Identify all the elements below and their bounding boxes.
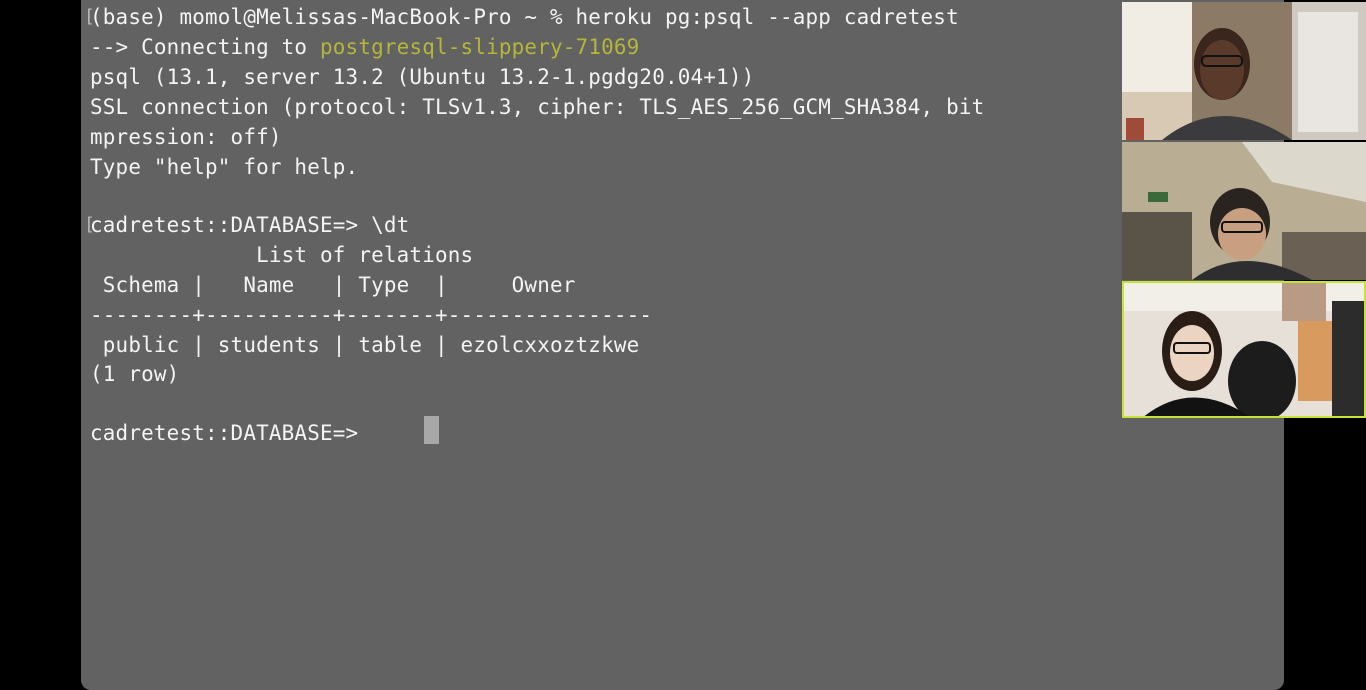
participant-video: [1122, 142, 1366, 280]
shared-screen: [ (base) momol@Melissas-MacBook-Pro ~ % …: [81, 0, 1284, 690]
terminal-line-8: cadretest::DATABASE=> \dt: [90, 213, 410, 237]
video-tile-participant-1[interactable]: [1122, 2, 1366, 140]
terminal-window[interactable]: [ (base) momol@Melissas-MacBook-Pro ~ % …: [84, 2, 1280, 682]
terminal-cursor: [424, 416, 439, 444]
row-count: (1 row): [90, 362, 180, 386]
participant-video: [1122, 281, 1366, 418]
terminal-prompt: cadretest::DATABASE=>: [90, 421, 372, 445]
database-name: postgresql-slippery-71069: [320, 35, 640, 59]
table-row: public | students | table | ezolcxxoztzk…: [90, 333, 640, 357]
video-tile-participant-3[interactable]: [1122, 281, 1366, 418]
terminal-line-5: mpression: off): [90, 125, 282, 149]
terminal-line-2: --> Connecting to postgresql-slippery-71…: [90, 32, 639, 62]
table-caption: List of relations: [90, 243, 474, 267]
terminal-text: --> Connecting to: [90, 35, 320, 59]
table-separator: --------+----------+-------+------------…: [90, 303, 653, 327]
terminal-line-1: (base) momol@Melissas-MacBook-Pro ~ % he…: [90, 5, 959, 29]
video-call-panel: [1122, 0, 1366, 420]
table-header: Schema | Name | Type | Owner: [90, 273, 576, 297]
video-tile-participant-2[interactable]: [1122, 142, 1366, 280]
terminal-line-4: SSL connection (protocol: TLSv1.3, ciphe…: [90, 95, 985, 119]
participant-video: [1122, 2, 1366, 140]
terminal-line-3: psql (13.1, server 13.2 (Ubuntu 13.2-1.p…: [90, 65, 755, 89]
terminal-line-6: Type "help" for help.: [90, 155, 359, 179]
